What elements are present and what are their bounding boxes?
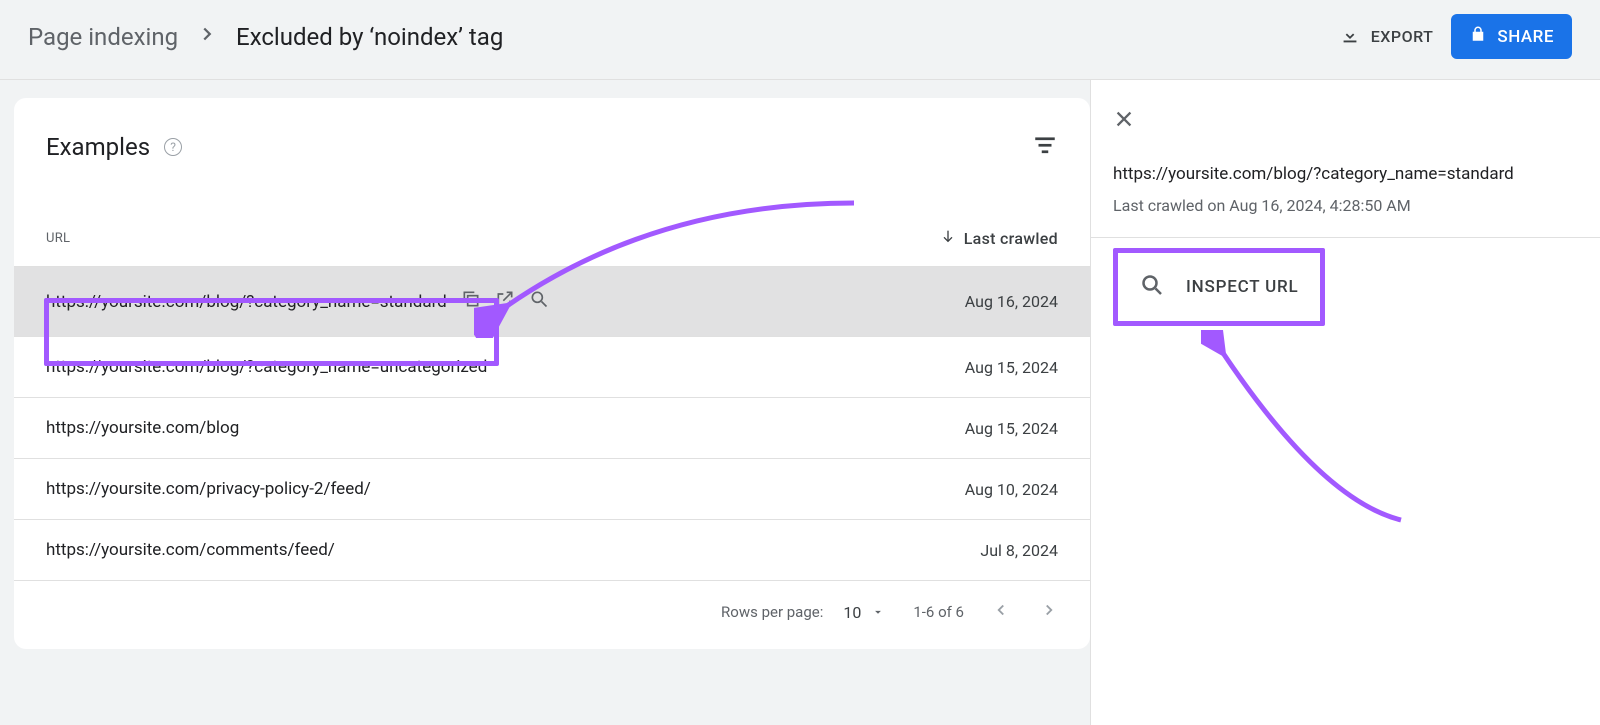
table-body: https://yoursite.com/blog/?category_name…	[14, 267, 1090, 581]
table-row[interactable]: https://yoursite.com/comments/feed/ Jul …	[14, 520, 1090, 581]
open-external-icon[interactable]	[495, 289, 515, 314]
share-label: SHARE	[1497, 27, 1554, 47]
row-url: https://yoursite.com/blog	[46, 418, 239, 438]
detail-panel: https://yoursite.com/blog/?category_name…	[1090, 80, 1600, 725]
column-last-crawled[interactable]: Last crawled	[940, 228, 1058, 248]
share-button[interactable]: SHARE	[1451, 14, 1572, 59]
help-icon[interactable]: ?	[164, 138, 182, 156]
row-date: Aug 15, 2024	[928, 358, 1058, 377]
card-title-group: Examples ?	[46, 133, 182, 161]
examples-card: Examples ? URL Last crawled	[14, 98, 1090, 649]
detail-last-crawled: Last crawled on Aug 16, 2024, 4:28:50 AM	[1113, 196, 1572, 215]
row-date: Aug 15, 2024	[928, 419, 1058, 438]
pagination-range: 1-6 of 6	[913, 603, 964, 621]
header-actions: EXPORT SHARE	[1339, 14, 1572, 59]
breadcrumb-parent[interactable]: Page indexing	[28, 23, 178, 51]
detail-url: https://yoursite.com/blog/?category_name…	[1113, 164, 1572, 184]
row-url: https://yoursite.com/comments/feed/	[46, 540, 335, 560]
download-icon	[1339, 24, 1361, 50]
row-url: https://yoursite.com/blog/?category_name…	[46, 357, 487, 377]
row-url: https://yoursite.com/privacy-policy-2/fe…	[46, 479, 371, 499]
table-row[interactable]: https://yoursite.com/blog/?category_name…	[14, 267, 1090, 337]
copy-icon[interactable]	[461, 289, 481, 314]
next-page-button[interactable]	[1040, 601, 1058, 623]
dropdown-icon	[871, 605, 885, 619]
breadcrumbs: Page indexing Excluded by ‘noindex’ tag	[28, 23, 503, 51]
sort-down-icon	[940, 228, 956, 248]
row-date: Aug 10, 2024	[928, 480, 1058, 499]
row-date: Aug 16, 2024	[928, 292, 1058, 311]
inspect-url-button[interactable]: INSPECT URL	[1113, 248, 1325, 326]
export-label: EXPORT	[1371, 27, 1434, 46]
table-row[interactable]: https://yoursite.com/blog Aug 15, 2024	[14, 398, 1090, 459]
rows-per-page-select[interactable]: 10	[843, 603, 885, 622]
divider	[1091, 237, 1600, 238]
filter-icon[interactable]	[1032, 132, 1058, 162]
table-row[interactable]: https://yoursite.com/privacy-policy-2/fe…	[14, 459, 1090, 520]
table-head: URL Last crawled	[14, 172, 1090, 267]
export-button[interactable]: EXPORT	[1339, 24, 1434, 50]
search-icon	[1140, 273, 1164, 301]
content: Examples ? URL Last crawled	[0, 80, 1600, 725]
lock-icon	[1469, 24, 1487, 49]
annotation-arrow-right	[1201, 330, 1421, 550]
breadcrumb-current: Excluded by ‘noindex’ tag	[236, 23, 503, 51]
inspect-icon[interactable]	[529, 289, 549, 314]
row-url: https://yoursite.com/blog/?category_name…	[46, 292, 447, 312]
chevron-right-icon	[196, 23, 218, 51]
card-title: Examples	[46, 133, 150, 161]
inspect-url-label: INSPECT URL	[1186, 277, 1298, 297]
column-url[interactable]: URL	[46, 231, 70, 246]
prev-page-button[interactable]	[992, 601, 1010, 623]
header-bar: Page indexing Excluded by ‘noindex’ tag …	[0, 0, 1600, 80]
pagination: Rows per page: 10 1-6 of 6	[14, 581, 1090, 649]
row-actions	[461, 289, 549, 314]
main-area: Examples ? URL Last crawled	[0, 80, 1090, 725]
row-date: Jul 8, 2024	[928, 541, 1058, 560]
card-header: Examples ?	[14, 98, 1090, 172]
rows-per-page-label: Rows per page:	[721, 603, 823, 621]
table-row[interactable]: https://yoursite.com/blog/?category_name…	[14, 337, 1090, 398]
close-icon[interactable]	[1113, 108, 1135, 136]
